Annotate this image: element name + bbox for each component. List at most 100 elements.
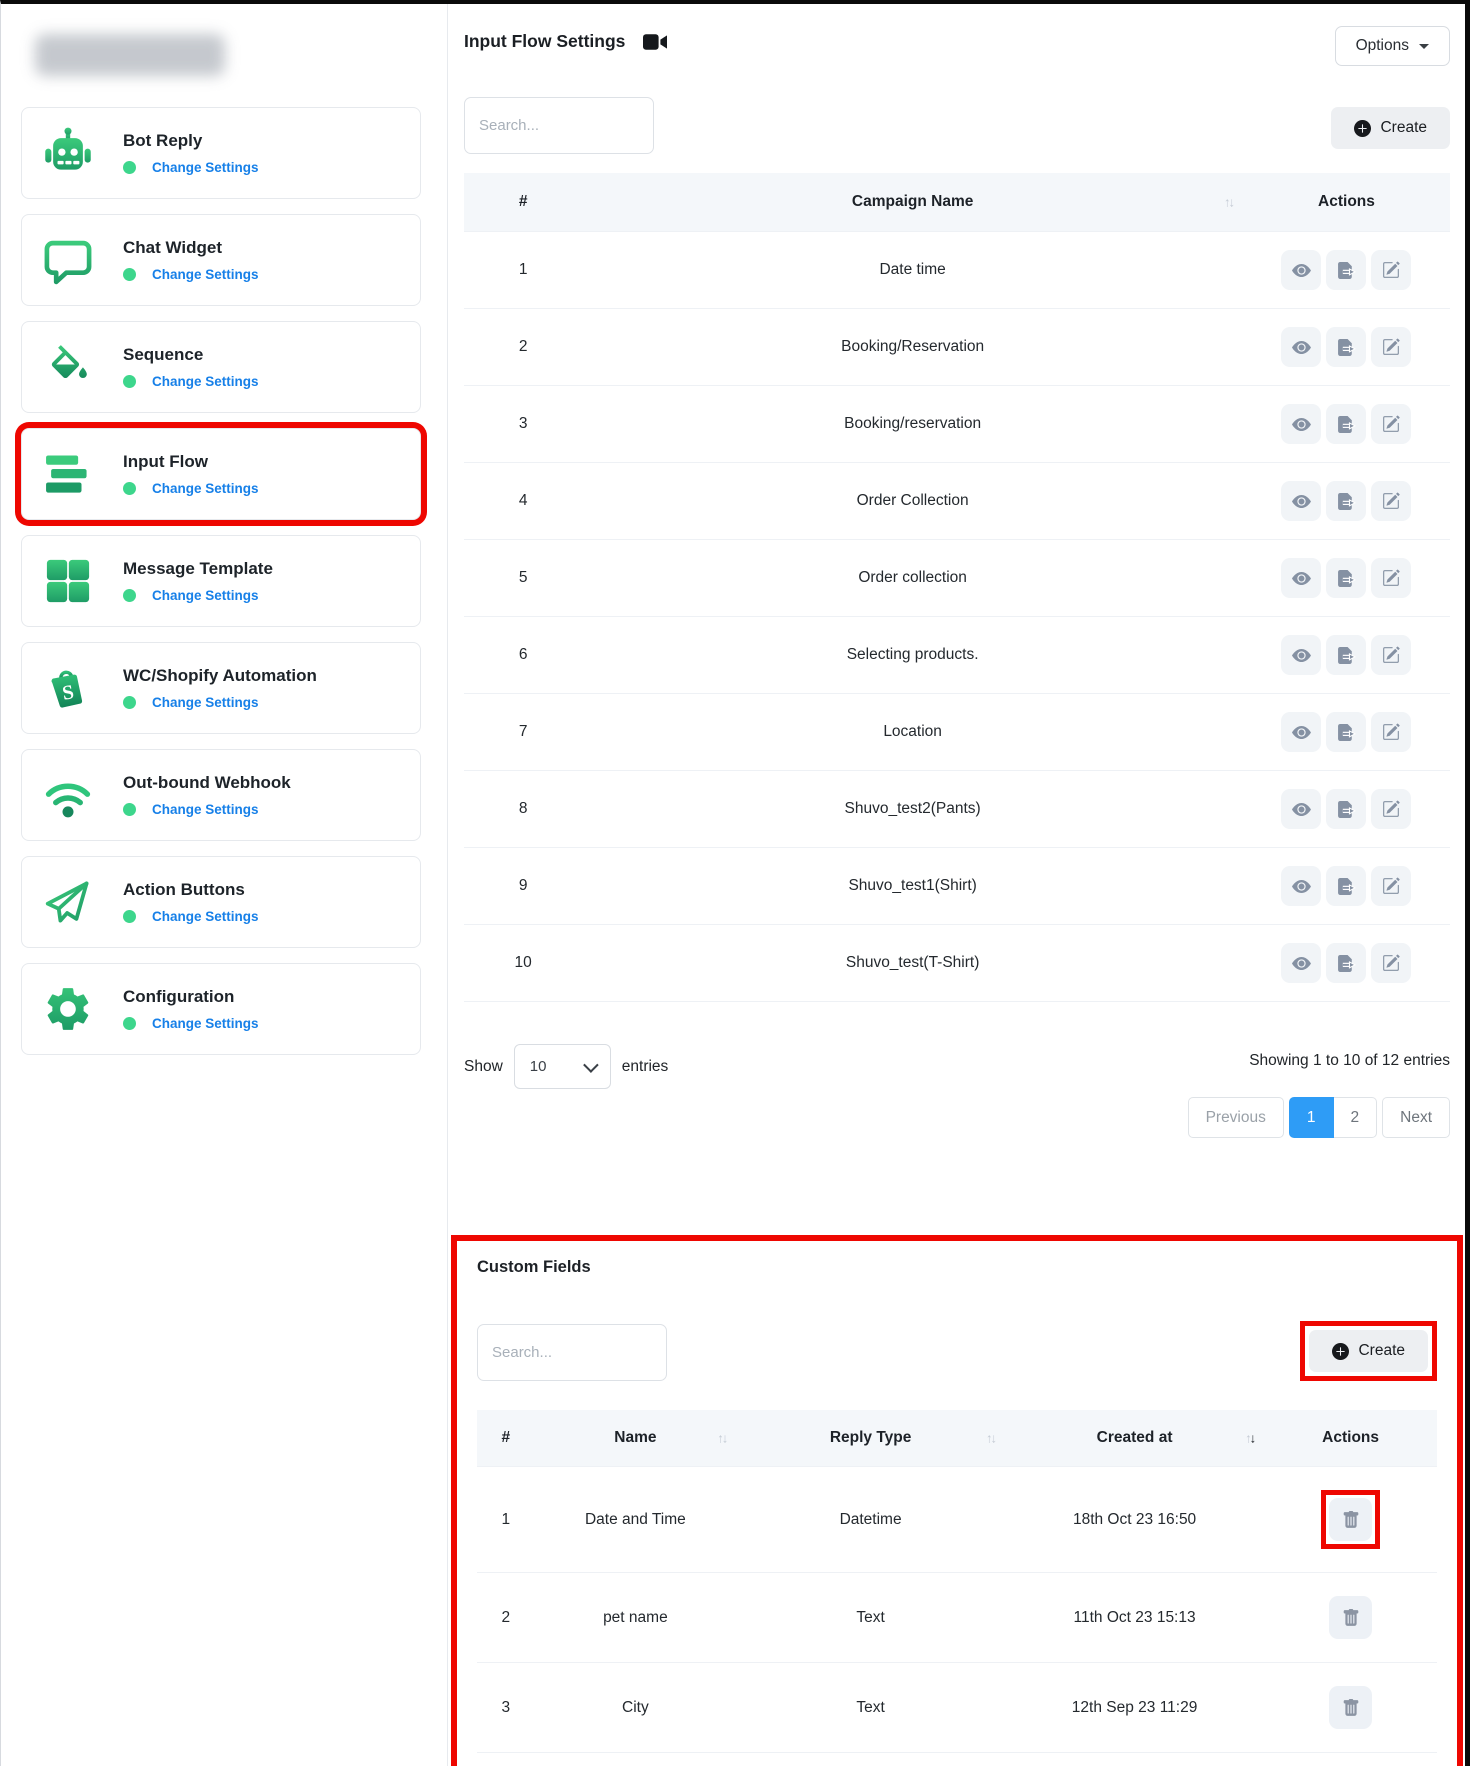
export-button[interactable] xyxy=(1326,943,1366,983)
field-name: pet name xyxy=(535,1573,737,1663)
sidebar-item-sequence[interactable]: SequenceChange Settings xyxy=(21,321,421,413)
row-number: 7 xyxy=(464,694,582,771)
edit-button[interactable] xyxy=(1371,866,1411,906)
edit-button[interactable] xyxy=(1371,943,1411,983)
view-icon xyxy=(1292,569,1311,588)
edit-button[interactable] xyxy=(1371,558,1411,598)
column-header-reply-type[interactable]: Reply Type↑↓ xyxy=(736,1410,1005,1467)
delete-button[interactable] xyxy=(1329,1686,1372,1729)
delete-button[interactable] xyxy=(1329,1498,1372,1541)
view-button[interactable] xyxy=(1281,404,1321,444)
change-settings-link[interactable]: Change Settings xyxy=(152,1016,259,1031)
pagination-page-1[interactable]: 1 xyxy=(1289,1097,1334,1138)
edit-button[interactable] xyxy=(1371,250,1411,290)
change-settings-link[interactable]: Change Settings xyxy=(152,267,259,282)
delete-button[interactable] xyxy=(1329,1596,1372,1639)
custom-fields-search-input[interactable] xyxy=(477,1324,667,1381)
edit-icon xyxy=(1382,261,1400,279)
view-icon xyxy=(1292,415,1311,434)
export-button[interactable] xyxy=(1326,404,1366,444)
column-header-name[interactable]: Name↑↓ xyxy=(535,1410,737,1467)
export-button[interactable] xyxy=(1326,558,1366,598)
column-header-actions: Actions xyxy=(1243,173,1450,232)
edit-button[interactable] xyxy=(1371,481,1411,521)
export-icon xyxy=(1337,493,1356,510)
sidebar-menu: Bot ReplyChange SettingsChat WidgetChang… xyxy=(21,107,447,1055)
entries-label: entries xyxy=(622,1058,669,1076)
export-button[interactable] xyxy=(1326,866,1366,906)
custom-fields-table: #Name↑↓Reply Type↑↓Created at↑↓Actions 1… xyxy=(477,1410,1437,1766)
row-number: 1 xyxy=(477,1467,535,1573)
pagination-previous[interactable]: Previous xyxy=(1188,1097,1284,1138)
row-number: 8 xyxy=(464,771,582,848)
row-number: 10 xyxy=(464,925,582,1002)
export-button[interactable] xyxy=(1326,481,1366,521)
view-button[interactable] xyxy=(1281,558,1321,598)
edit-button[interactable] xyxy=(1371,327,1411,367)
change-settings-link[interactable]: Change Settings xyxy=(152,802,259,817)
pagination-page-2[interactable]: 2 xyxy=(1333,1097,1378,1138)
status-dot-icon xyxy=(123,1017,136,1030)
export-button[interactable] xyxy=(1326,635,1366,675)
sort-icon: ↑↓ xyxy=(717,1431,726,1446)
view-button[interactable] xyxy=(1281,712,1321,752)
caret-down-icon xyxy=(1419,44,1429,49)
change-settings-link[interactable]: Change Settings xyxy=(152,588,259,603)
campaign-pagination: Previous12Next xyxy=(1188,1097,1450,1138)
sidebar-item-action-buttons[interactable]: Action Buttons Change Settings xyxy=(21,856,421,948)
edit-icon xyxy=(1382,954,1400,972)
options-button[interactable]: Options xyxy=(1335,26,1450,66)
pagination-next[interactable]: Next xyxy=(1382,1097,1450,1138)
sidebar-item-label: Action Buttons xyxy=(123,880,259,900)
column-header-created-at[interactable]: Created at↑↓ xyxy=(1005,1410,1264,1467)
change-settings-link[interactable]: Change Settings xyxy=(152,374,259,389)
change-settings-link[interactable]: Change Settings xyxy=(152,481,259,496)
sidebar-item-input-flow[interactable]: Input FlowChange Settings xyxy=(21,428,421,520)
sidebar-item-bot-reply[interactable]: Bot Reply Change Settings xyxy=(21,107,421,199)
sidebar-item-out-bound-webhook[interactable]: Out-bound Webhook Change Settings xyxy=(21,749,421,841)
sidebar-item-label: Out-bound Webhook xyxy=(123,773,291,793)
create-button-label: Create xyxy=(1380,119,1427,137)
campaign-create-button[interactable]: Create xyxy=(1331,107,1450,149)
view-button[interactable] xyxy=(1281,481,1321,521)
edit-button[interactable] xyxy=(1371,635,1411,675)
campaign-row: 9Shuvo_test1(Shirt) xyxy=(464,848,1450,925)
custom-fields-create-button[interactable]: Create xyxy=(1309,1330,1428,1372)
view-button[interactable] xyxy=(1281,635,1321,675)
gear-icon xyxy=(39,980,97,1038)
sort-icon: ↑↓ xyxy=(1245,1431,1254,1446)
view-button[interactable] xyxy=(1281,327,1321,367)
view-icon xyxy=(1292,723,1311,742)
view-button[interactable] xyxy=(1281,943,1321,983)
row-number: 6 xyxy=(464,617,582,694)
campaign-row: 4Order Collection xyxy=(464,463,1450,540)
video-camera-icon[interactable] xyxy=(643,33,667,51)
change-settings-link[interactable]: Change Settings xyxy=(152,695,259,710)
row-number: 3 xyxy=(464,386,582,463)
column-header-label: Reply Type xyxy=(830,1429,912,1446)
sidebar-item-message-template[interactable]: Message TemplateChange Settings xyxy=(21,535,421,627)
export-button[interactable] xyxy=(1326,712,1366,752)
view-button[interactable] xyxy=(1281,250,1321,290)
view-button[interactable] xyxy=(1281,789,1321,829)
column-header-campaign-name[interactable]: Campaign Name↑↓ xyxy=(582,173,1243,232)
reply-type: Text xyxy=(736,1663,1005,1753)
column-header-label: Campaign Name xyxy=(852,193,973,210)
campaign-search-input[interactable] xyxy=(464,97,654,154)
sidebar-item-configuration[interactable]: ConfigurationChange Settings xyxy=(21,963,421,1055)
export-button[interactable] xyxy=(1326,250,1366,290)
sidebar-item-label: Bot Reply xyxy=(123,131,259,151)
change-settings-link[interactable]: Change Settings xyxy=(152,909,259,924)
edit-button[interactable] xyxy=(1371,404,1411,444)
export-button[interactable] xyxy=(1326,327,1366,367)
page-size-select[interactable]: 10 xyxy=(514,1044,611,1089)
view-button[interactable] xyxy=(1281,866,1321,906)
column-header-: # xyxy=(477,1410,535,1467)
sidebar-item-chat-widget[interactable]: Chat WidgetChange Settings xyxy=(21,214,421,306)
edit-button[interactable] xyxy=(1371,712,1411,752)
export-button[interactable] xyxy=(1326,789,1366,829)
edit-button[interactable] xyxy=(1371,789,1411,829)
change-settings-link[interactable]: Change Settings xyxy=(152,160,259,175)
chat-bubble-icon xyxy=(39,231,97,289)
sidebar-item-wc-shopify-automation[interactable]: SWC/Shopify AutomationChange Settings xyxy=(21,642,421,734)
